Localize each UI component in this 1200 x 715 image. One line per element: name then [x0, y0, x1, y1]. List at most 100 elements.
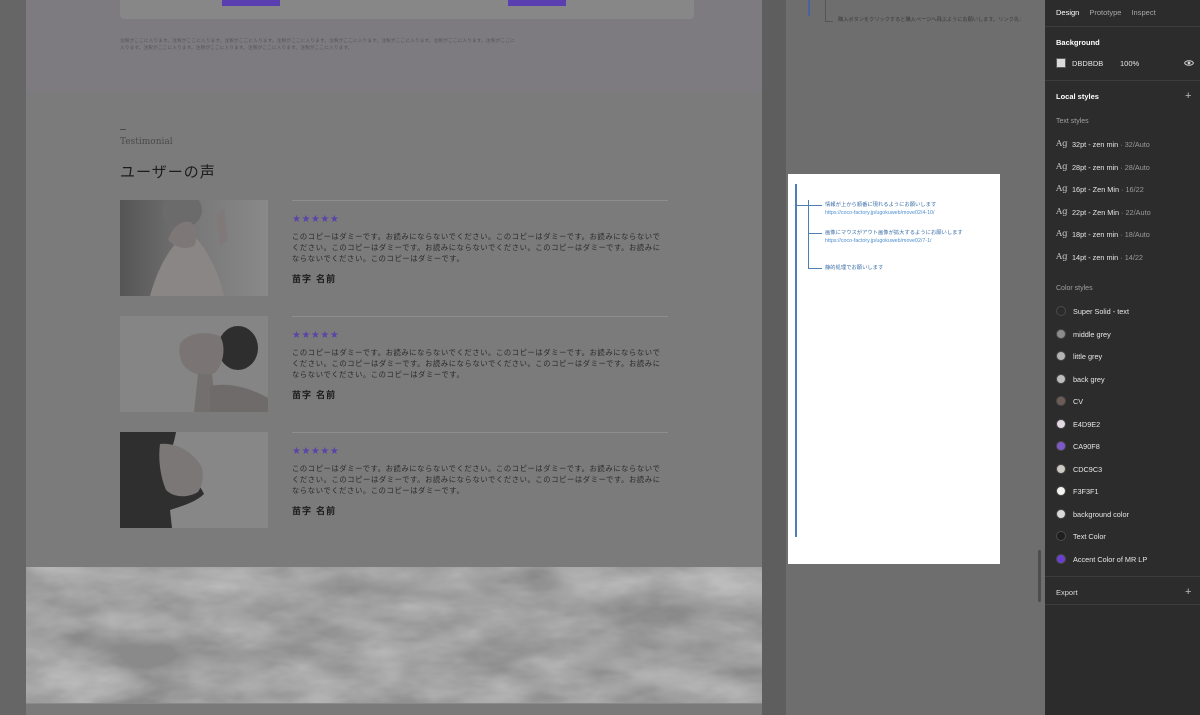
text-style-icon: Ag — [1056, 184, 1068, 194]
annotation-note-text: 情報が上から順番に現れるようにお願いします — [825, 202, 937, 208]
color-style-name: Accent Color of MR LP — [1073, 554, 1148, 564]
annotation-link[interactable]: https://coco-factory.jp/ugokuweb/move02/… — [825, 210, 936, 218]
color-style-item[interactable]: F3F3F1 — [1056, 485, 1099, 497]
text-style-meta: · 32/Auto — [1120, 139, 1150, 149]
text-style-meta: · 16/22 — [1121, 184, 1144, 194]
testimonial-photo-2 — [120, 316, 268, 412]
text-style-item[interactable]: Ag 22pt - Zen Min · 22/Auto — [1056, 206, 1151, 218]
annotation-note-top: 購入ボタンをクリックすると購入ページへ飛ぶようにお願いします。リンク先： — [838, 17, 1025, 23]
background-heading: Background — [1056, 38, 1100, 47]
color-style-item[interactable]: Text Color — [1056, 530, 1106, 542]
purchase-button-2[interactable] — [508, 0, 566, 6]
text-style-icon: Ag — [1056, 252, 1068, 262]
annotation-note-2: 画像にマウスがアウト画像が拡大するようにお願いします https://coco-… — [825, 230, 963, 245]
testimonial-divider — [292, 316, 668, 317]
testimonial-photo-1 — [120, 200, 268, 296]
rating-stars: ★★★★★ — [292, 330, 340, 341]
testimonial-item: ★★★★★ このコピーはダミーです。お読みにならないでください。このコピーはダミ… — [120, 316, 668, 412]
color-swatch — [1056, 351, 1066, 361]
canvas-scrollbar[interactable] — [1038, 550, 1041, 602]
panel-divider — [1045, 576, 1200, 577]
testimonial-divider — [292, 432, 668, 433]
text-styles-heading: Text styles — [1056, 118, 1089, 125]
top-section: 注釈がここに入ります。注釈がここに入ります。注釈がここに入ります。注釈がここに入… — [26, 0, 762, 92]
annotation-note-text: 静的処理でお願いします — [825, 265, 884, 271]
lp-frame[interactable]: 注釈がここに入ります。注釈がここに入ります。注釈がここに入ります。注釈がここに入… — [26, 0, 762, 715]
text-style-item[interactable]: Ag 32pt - zen min · 32/Auto — [1056, 138, 1150, 150]
product-card — [120, 0, 694, 19]
tab-prototype[interactable]: Prototype — [1089, 8, 1121, 17]
color-style-item[interactable]: middle grey — [1056, 328, 1111, 340]
color-swatch — [1056, 306, 1066, 316]
background-opacity-input[interactable]: 100% — [1120, 59, 1139, 68]
color-style-name: E4D9E2 — [1073, 419, 1101, 429]
text-style-item[interactable]: Ag 14pt - zen min · 14/22 — [1056, 251, 1143, 263]
color-style-item[interactable]: background color — [1056, 508, 1129, 520]
marble-background-image — [26, 567, 762, 703]
rating-stars: ★★★★★ — [292, 214, 340, 225]
color-style-item[interactable]: Accent Color of MR LP — [1056, 553, 1147, 565]
background-swatch[interactable] — [1056, 58, 1066, 68]
tab-design[interactable]: Design — [1056, 8, 1079, 17]
text-style-meta: · 18/Auto — [1120, 229, 1150, 239]
color-style-name: CDC9C3 — [1073, 464, 1103, 474]
testimonial-name: 苗字 名前 — [292, 507, 337, 517]
text-style-meta: · 22/Auto — [1121, 207, 1151, 217]
eye-icon[interactable] — [1184, 59, 1194, 67]
color-swatch — [1056, 441, 1066, 451]
color-style-item[interactable]: CDC9C3 — [1056, 463, 1102, 475]
text-style-meta: · 28/Auto — [1120, 162, 1150, 172]
color-style-item[interactable]: back grey — [1056, 373, 1105, 385]
next-section — [26, 703, 762, 715]
color-style-item[interactable]: little grey — [1056, 350, 1102, 362]
testimonial-name: 苗字 名前 — [292, 391, 337, 401]
annotation-connector — [808, 233, 822, 234]
annotation-dummy-line-1: 注釈がここに入ります。注釈がここに入ります。注釈がここに入ります。注釈がここに入… — [120, 39, 515, 44]
color-swatch — [1056, 329, 1066, 339]
text-style-name: 22pt - Zen Min — [1072, 207, 1120, 217]
add-export-icon[interactable]: + — [1185, 587, 1191, 598]
color-style-item[interactable]: CA90F8 — [1056, 440, 1100, 452]
testimonial-body: このコピーはダミーです。お読みにならないでください。このコピーはダミーです。お読… — [292, 348, 661, 379]
testimonial-photo-3 — [120, 432, 268, 528]
local-styles-heading: Local styles — [1056, 92, 1099, 101]
annotation-frame[interactable]: 情報が上から順番に現れるようにお願いします https://coco-facto… — [788, 174, 1000, 564]
annotation-note-3: 静的処理でお願いします — [825, 265, 883, 273]
text-style-icon: Ag — [1056, 162, 1068, 172]
testimonial-name: 苗字 名前 — [292, 275, 337, 285]
annotation-marker — [808, 0, 810, 16]
add-style-icon[interactable]: + — [1185, 91, 1191, 102]
panel-divider — [1045, 80, 1200, 81]
testimonial-item: ★★★★★ このコピーはダミーです。お読みにならないでください。このコピーはダミ… — [120, 200, 668, 296]
testimonial-divider — [292, 200, 668, 201]
text-style-name: 32pt - zen min — [1072, 139, 1119, 149]
text-style-item[interactable]: Ag 16pt - Zen Min · 16/22 — [1056, 183, 1144, 195]
tab-inspect[interactable]: Inspect — [1131, 8, 1155, 17]
testimonial-item: ★★★★★ このコピーはダミーです。お読みにならないでください。このコピーはダミ… — [120, 432, 668, 528]
design-canvas[interactable]: 注釈がここに入ります。注釈がここに入ります。注釈がここに入ります。注釈がここに入… — [0, 0, 1045, 715]
color-style-name: back grey — [1073, 374, 1105, 384]
annotation-note-text: 画像にマウスがアウト画像が拡大するようにお願いします — [825, 230, 963, 236]
annotation-bracket — [795, 184, 797, 537]
annotation-link[interactable]: https://coco-factory.jp/ugokuweb/move02/… — [825, 238, 963, 246]
color-style-item[interactable]: CV — [1056, 395, 1083, 407]
color-style-name: F3F3F1 — [1073, 486, 1099, 496]
testimonial-section: Testimonial ユーザーの声 ★★★★★ このコピーはダミーです。お読み… — [26, 92, 762, 567]
color-style-item[interactable]: Super Solid - text — [1056, 305, 1129, 317]
text-style-name: 16pt - Zen Min — [1072, 184, 1120, 194]
text-style-icon: Ag — [1056, 229, 1068, 239]
text-style-item[interactable]: Ag 18pt - zen min · 18/Auto — [1056, 228, 1150, 240]
annotation-note-1: 情報が上から順番に現れるようにお願いします https://coco-facto… — [825, 202, 936, 217]
annotation-connector — [808, 268, 822, 269]
panel-divider — [1045, 604, 1200, 605]
text-style-item[interactable]: Ag 28pt - zen min · 28/Auto — [1056, 161, 1150, 173]
color-style-item[interactable]: E4D9E2 — [1056, 418, 1100, 430]
testimonial-body: このコピーはダミーです。お読みにならないでください。このコピーはダミーです。お読… — [292, 232, 661, 263]
background-hex-input[interactable]: DBDBDB — [1072, 59, 1103, 68]
color-swatch — [1056, 396, 1066, 406]
color-swatch — [1056, 531, 1066, 541]
color-style-name: Super Solid - text — [1073, 306, 1129, 316]
purchase-button-1[interactable] — [222, 0, 280, 6]
annotation-connector-tick — [825, 21, 833, 22]
annotation-branch — [808, 200, 809, 268]
